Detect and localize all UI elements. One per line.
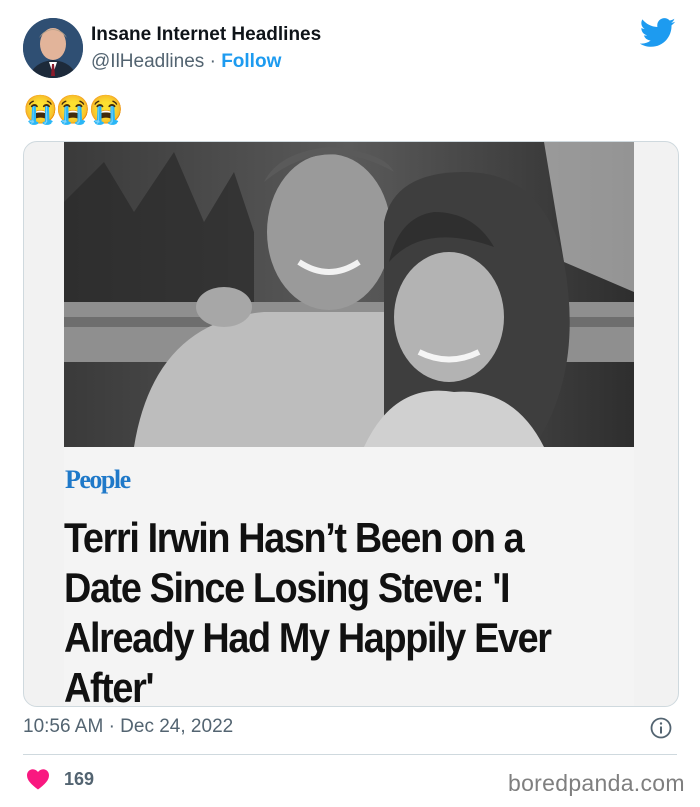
user-handle[interactable]: @IlHeadlines <box>91 51 204 72</box>
tweet-date: Dec 24, 2022 <box>120 716 234 737</box>
watermark: boredpanda.com <box>508 770 685 796</box>
meta-separator: · <box>108 716 115 737</box>
avatar[interactable] <box>23 18 83 78</box>
media-attachment[interactable]: People Terri Irwin Hasn’t Been on a Date… <box>23 141 679 707</box>
tweet-card: Insane Internet Headlines @IlHeadlines ·… <box>0 0 700 807</box>
timestamp[interactable]: 10:56 AM · Dec 24, 2022 <box>23 716 233 738</box>
tweet-text: 😭😭😭 <box>23 94 124 125</box>
info-icon[interactable] <box>650 717 672 739</box>
heart-icon[interactable] <box>26 768 50 790</box>
publisher-logo: People <box>65 465 131 494</box>
display-name[interactable]: Insane Internet Headlines <box>91 24 321 46</box>
article-headline: Terri Irwin Hasn’t Been on a Date Since … <box>64 514 552 707</box>
follow-button[interactable]: Follow <box>221 51 281 72</box>
divider <box>23 754 677 755</box>
article-photo <box>64 142 634 447</box>
handle-row: @IlHeadlines · Follow <box>91 51 281 73</box>
tweet-time: 10:56 AM <box>23 716 104 737</box>
separator-dot: · <box>209 51 216 72</box>
twitter-bird-icon[interactable] <box>640 17 676 49</box>
like-count[interactable]: 169 <box>64 769 94 790</box>
